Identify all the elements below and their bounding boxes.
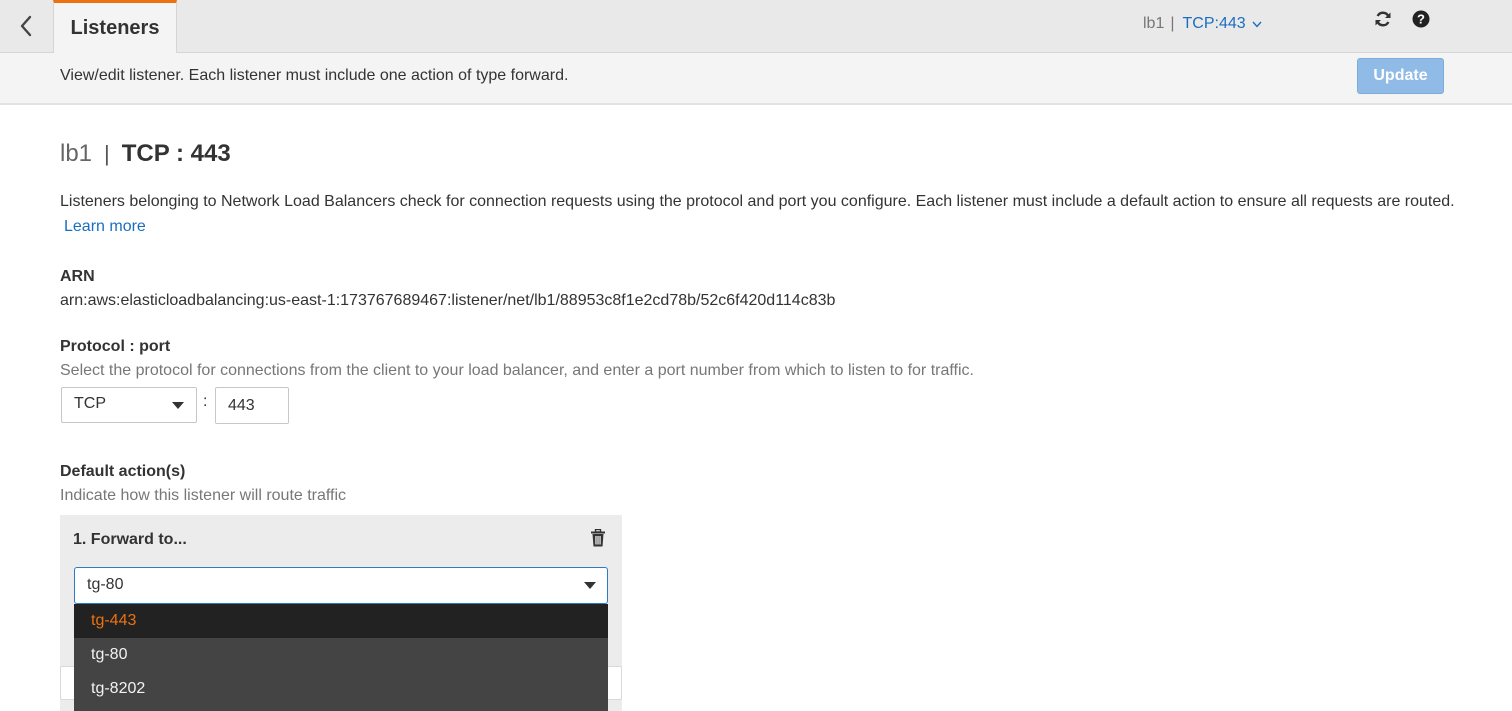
update-button[interactable]: Update: [1357, 58, 1444, 94]
dropdown-option-tg-80[interactable]: tg-80: [74, 638, 608, 672]
svg-text:?: ?: [1417, 12, 1425, 27]
edit-listener-bar: View/edit listener. Each listener must i…: [0, 53, 1512, 105]
caret-down-icon: [584, 582, 596, 589]
forward-action-title: 1. Forward to...: [73, 531, 187, 548]
back-button[interactable]: [0, 0, 52, 52]
help-icon[interactable]: ?: [1412, 10, 1430, 28]
learn-more-link[interactable]: Learn more: [64, 218, 146, 235]
default-actions-label: Default action(s): [60, 463, 186, 480]
protocol-port-label: Protocol : port: [60, 338, 171, 355]
trash-icon[interactable]: [590, 529, 606, 547]
breadcrumb-lb: lb1: [1143, 15, 1165, 32]
tab-listeners[interactable]: Listeners: [53, 0, 177, 54]
arn-value: arn:aws:elasticloadbalancing:us-east-1:1…: [60, 292, 836, 309]
top-tab-bar: Listeners lb1 | TCP:443 ?: [0, 0, 1512, 54]
protocol-select[interactable]: TCP: [61, 387, 197, 423]
protocol-port-hint: Select the protocol for connections from…: [60, 362, 974, 379]
page-title-separator: |: [104, 141, 110, 166]
target-group-dropdown: tg-443 tg-80 tg-8202: [74, 604, 608, 711]
dropdown-option-tg-443[interactable]: tg-443: [74, 604, 608, 638]
caret-down-icon: [172, 402, 184, 409]
edit-listener-instructions: View/edit listener. Each listener must i…: [60, 67, 569, 84]
chevron-left-icon: [20, 15, 32, 37]
protocol-port-colon: :: [203, 393, 208, 410]
page-title-lb: lb1: [60, 140, 93, 167]
listener-switcher[interactable]: TCP:443: [1183, 15, 1262, 33]
listener-description-text: Listeners belonging to Network Load Bala…: [60, 193, 1455, 210]
arn-label: ARN: [60, 268, 95, 285]
breadcrumb-separator: |: [1170, 15, 1175, 32]
tab-listeners-label: Listeners: [70, 17, 160, 39]
listener-switcher-label: TCP:443: [1182, 15, 1246, 32]
page-title-listener: TCP : 443: [121, 140, 231, 167]
chevron-down-icon: [1252, 21, 1262, 28]
page-title: lb1 | TCP : 443: [60, 140, 231, 168]
port-input[interactable]: [215, 387, 289, 424]
dropdown-option-tg-8202[interactable]: tg-8202: [74, 672, 608, 706]
target-group-select-value: tg-80: [87, 576, 124, 593]
refresh-icon[interactable]: [1374, 10, 1392, 28]
protocol-select-value: TCP: [74, 395, 106, 412]
breadcrumb: lb1 | TCP:443: [1143, 15, 1262, 33]
listener-description: Listeners belonging to Network Load Bala…: [60, 189, 1460, 239]
target-group-select[interactable]: tg-80: [74, 567, 608, 604]
default-actions-hint: Indicate how this listener will route tr…: [60, 487, 347, 504]
